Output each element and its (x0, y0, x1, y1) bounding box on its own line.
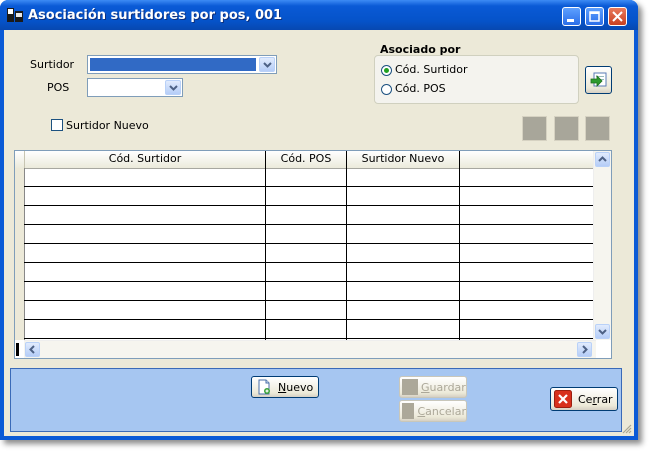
scroll-left-button[interactable] (25, 342, 40, 357)
radio-cod-surtidor[interactable] (381, 65, 392, 76)
radio-cod-surtidor-label: Cód. Surtidor (395, 63, 468, 76)
grid-header: Cód. Surtidor Cód. POS Surtidor Nuevo (15, 151, 595, 169)
column-divider (459, 151, 460, 341)
radio-cod-pos[interactable] (381, 84, 392, 95)
radio-cod-pos-label: Cód. POS (395, 82, 446, 95)
column-divider (265, 151, 266, 341)
nuevo-mnemonic: N (278, 380, 287, 394)
table-row[interactable] (24, 244, 595, 263)
column-header-cod-surtidor[interactable]: Cód. Surtidor (25, 151, 266, 168)
surtidor-label: Surtidor (30, 58, 75, 71)
table-row[interactable] (24, 206, 595, 225)
cancelar-button-label: Cancelar (417, 405, 466, 418)
title-bar[interactable]: Asociación surtidores por pos, 001 (0, 0, 638, 30)
refresh-link-icon (590, 72, 606, 87)
minimize-icon (567, 19, 574, 22)
surtidor-combo-selection (90, 58, 256, 71)
chevron-down-icon (598, 329, 607, 335)
grid-action-button-2[interactable] (554, 116, 579, 141)
new-document-icon (258, 379, 270, 395)
table-row[interactable] (24, 282, 595, 301)
table-row[interactable] (24, 263, 595, 282)
table-row[interactable] (24, 168, 595, 187)
guardar-mnemonic: G (421, 380, 430, 394)
minimize-button[interactable] (562, 7, 581, 26)
column-header-surtidor-nuevo[interactable]: Surtidor Nuevo (347, 151, 460, 168)
pos-label: POS (47, 81, 70, 94)
cancelar-label-rest: ancelar (425, 404, 466, 418)
nuevo-label-rest: uevo (286, 380, 314, 394)
cancel-icon (402, 403, 415, 419)
table-row[interactable] (24, 301, 595, 320)
surtidor-nuevo-label: Surtidor Nuevo (66, 119, 149, 132)
close-icon (612, 11, 623, 22)
grid-action-button-1[interactable] (522, 116, 547, 141)
horizontal-scrollbar[interactable] (24, 340, 596, 358)
maximize-button[interactable] (585, 7, 604, 26)
action-panel: Nuevo Guardar Cancelar Cerrar (10, 368, 622, 432)
pos-dropdown-button[interactable] (165, 80, 181, 95)
chevron-up-icon (598, 156, 607, 162)
cancelar-mnemonic: C (417, 404, 426, 418)
save-icon (402, 379, 418, 395)
column-header-cod-pos[interactable]: Cód. POS (266, 151, 347, 168)
cerrar-label-pre: Ce (578, 392, 593, 406)
pos-combo[interactable] (87, 78, 183, 97)
surtidor-nuevo-checkbox[interactable] (51, 119, 63, 131)
cerrar-button-label: Cerrar (578, 393, 613, 406)
header-indicator-cell (15, 151, 25, 168)
associate-button[interactable] (585, 66, 612, 94)
cancelar-button[interactable]: Cancelar (399, 400, 467, 422)
chevron-right-icon (582, 345, 588, 354)
current-record-marker (16, 343, 19, 356)
window-client-area: Surtidor POS Surtidor Nuevo Asociado por… (4, 30, 634, 436)
table-row[interactable] (24, 320, 595, 339)
maximize-icon (589, 11, 600, 22)
column-divider (346, 151, 347, 341)
resize-grip-icon[interactable] (622, 424, 632, 434)
table-row[interactable] (24, 225, 595, 244)
scroll-right-button[interactable] (577, 342, 592, 357)
chevron-down-icon (263, 62, 272, 68)
app-window: Asociación surtidores por pos, 001 Surti… (0, 0, 638, 440)
chevron-down-icon (169, 85, 178, 91)
table-row[interactable] (24, 187, 595, 206)
chevron-left-icon (29, 345, 35, 354)
guardar-button[interactable]: Guardar (399, 376, 467, 398)
window-title: Asociación surtidores por pos, 001 (28, 8, 283, 23)
cerrar-label-rest: rar (596, 392, 613, 406)
guardar-label-rest: uardar (429, 380, 466, 394)
nuevo-button-label: Nuevo (278, 381, 313, 394)
scroll-down-button[interactable] (595, 324, 610, 339)
close-x-icon (554, 390, 572, 408)
vertical-scrollbar[interactable] (593, 151, 611, 340)
surtidor-dropdown-button[interactable] (259, 57, 275, 72)
radio-selected-dot (384, 68, 389, 73)
grid-action-button-3[interactable] (585, 116, 610, 141)
nuevo-button[interactable]: Nuevo (251, 376, 319, 398)
guardar-button-label: Guardar (421, 381, 466, 394)
scroll-up-button[interactable] (595, 152, 610, 167)
cerrar-button[interactable]: Cerrar (550, 387, 618, 411)
close-window-button[interactable] (608, 7, 627, 26)
asociaciones-grid[interactable]: Cód. Surtidor Cód. POS Surtidor Nuevo (14, 150, 612, 359)
surtidor-combo[interactable] (87, 55, 277, 74)
app-icon (7, 8, 23, 22)
